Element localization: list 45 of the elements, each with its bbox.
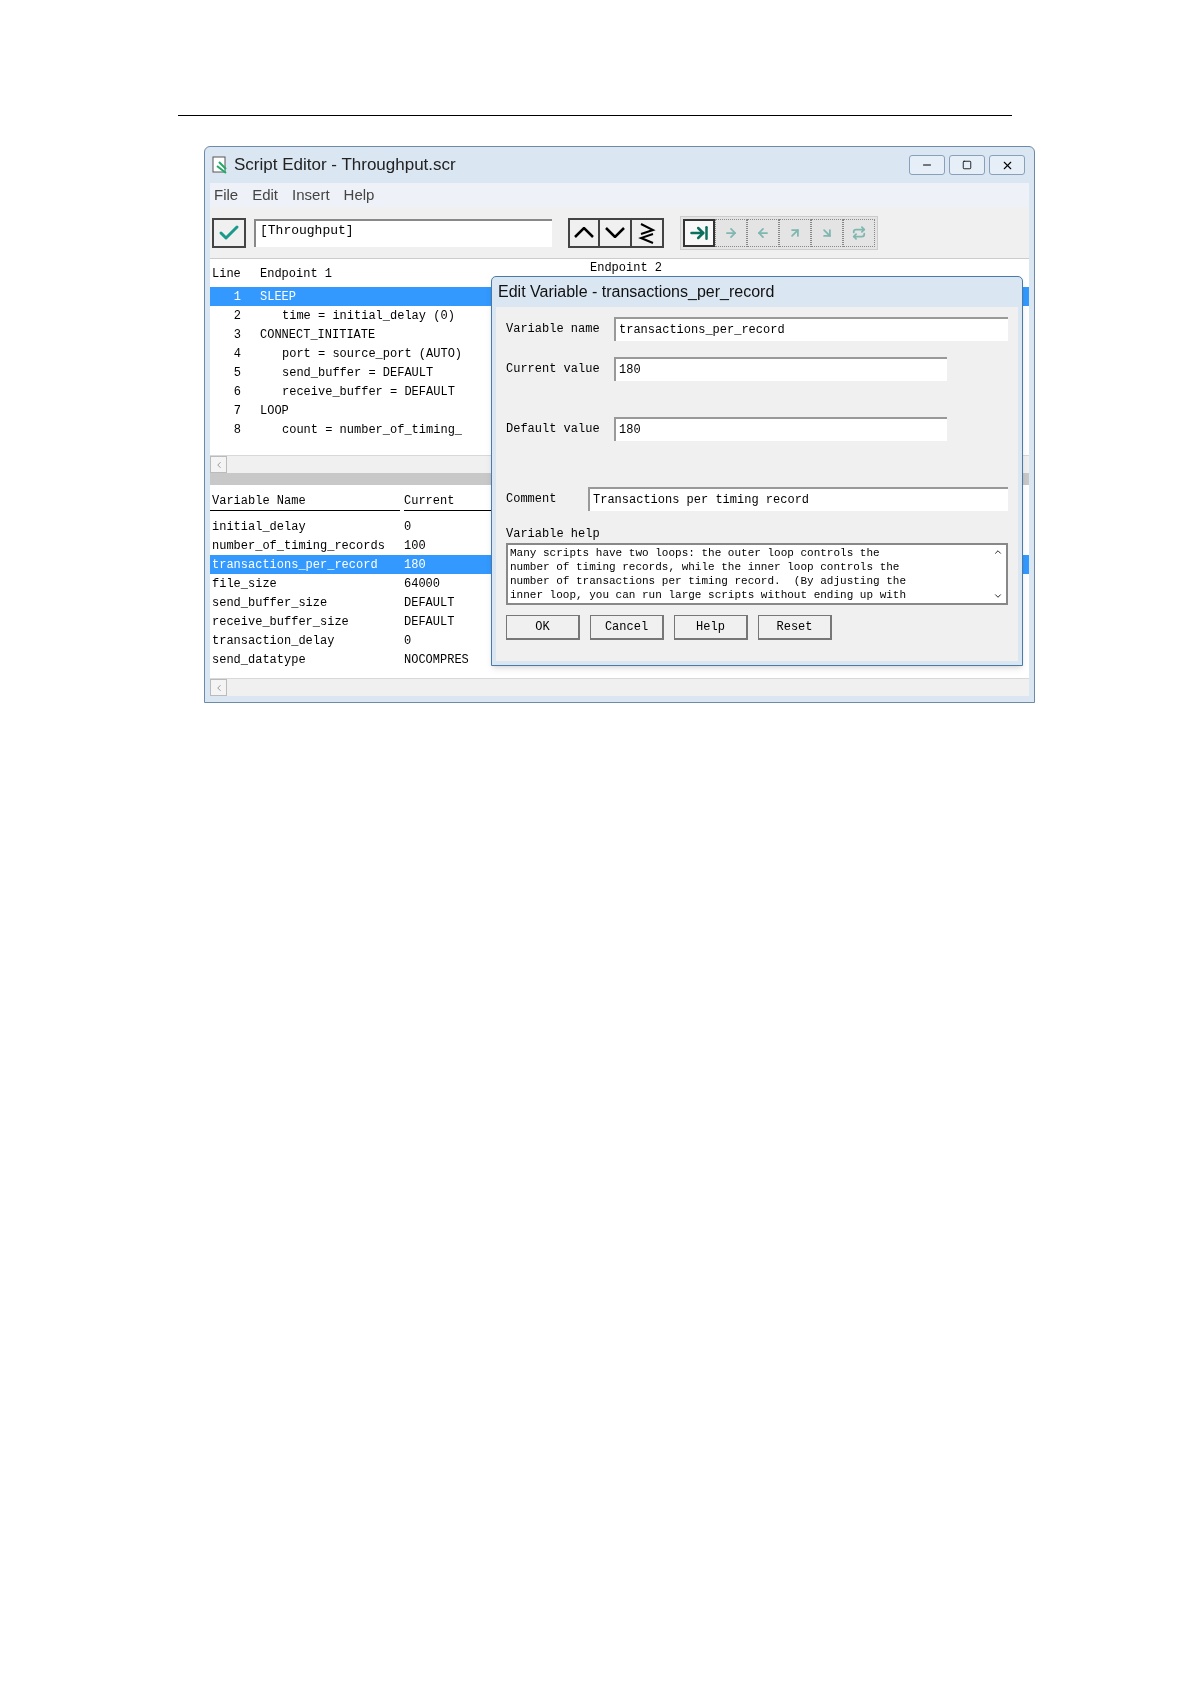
help-label: Variable help bbox=[506, 526, 601, 543]
horizontal-scrollbar[interactable] bbox=[210, 678, 1029, 696]
menu-item[interactable]: File bbox=[214, 183, 239, 207]
field-label: Default value bbox=[506, 421, 601, 438]
dialog-button[interactable]: Reset bbox=[758, 615, 832, 640]
help-text: Many scripts have two loops: the outer loop controls the number of timing records, while the inner loop controls the number of transactions per timing record. (By adjusting the inner loop, you can run large scripts without ending up with bbox=[509, 546, 908, 603]
down-caret-icon bbox=[605, 227, 625, 238]
field-label: Variable name bbox=[506, 321, 601, 338]
text-field[interactable]: Transactions per timing record bbox=[588, 487, 1008, 511]
dialog-button[interactable]: OK bbox=[506, 615, 580, 640]
menu-item[interactable]: Edit bbox=[252, 183, 279, 207]
column-header: Endpoint 2 bbox=[590, 260, 662, 277]
swap-chevrons-icon bbox=[638, 221, 656, 244]
dialog-button[interactable]: Cancel bbox=[590, 615, 664, 640]
move-up-button[interactable] bbox=[568, 217, 600, 248]
swap-button[interactable] bbox=[632, 217, 664, 248]
move-down-button[interactable] bbox=[600, 217, 632, 248]
window-title: Script Editor - Throughput.scr bbox=[234, 154, 456, 177]
loop-arrow-icon bbox=[852, 225, 866, 240]
script-icon bbox=[212, 156, 228, 174]
dialog-title: Edit Variable - transactions_per_record bbox=[497, 282, 776, 302]
text-field[interactable]: 180 bbox=[614, 357, 947, 381]
column-header: Endpoint 1 bbox=[260, 266, 333, 283]
menu-item[interactable]: Help bbox=[343, 183, 375, 207]
minimize-button[interactable] bbox=[909, 155, 945, 175]
scroll-left-button[interactable] bbox=[210, 679, 227, 696]
close-button[interactable] bbox=[989, 155, 1025, 175]
help-text-area[interactable] bbox=[506, 543, 1008, 605]
column-header: Line bbox=[211, 266, 242, 283]
left-arrow-icon bbox=[756, 225, 770, 240]
check-button[interactable] bbox=[212, 217, 246, 248]
column-header: Variable Name bbox=[210, 491, 400, 511]
action-button[interactable] bbox=[683, 218, 715, 247]
script-name-field[interactable]: [Throughput] bbox=[254, 218, 552, 247]
text-field[interactable]: 180 bbox=[614, 417, 947, 441]
maximize-icon bbox=[962, 160, 972, 170]
field-label: Current value bbox=[506, 361, 601, 378]
scroll-left-button[interactable] bbox=[210, 456, 227, 473]
right-arrow-icon bbox=[724, 225, 738, 240]
up-caret-icon bbox=[574, 227, 594, 238]
menu-item[interactable]: Insert bbox=[292, 183, 330, 207]
field-label: Comment bbox=[506, 491, 558, 508]
dialog-button[interactable]: Help bbox=[674, 615, 748, 640]
maximize-button[interactable] bbox=[949, 155, 985, 175]
text-field[interactable]: transactions_per_record bbox=[614, 317, 1008, 341]
